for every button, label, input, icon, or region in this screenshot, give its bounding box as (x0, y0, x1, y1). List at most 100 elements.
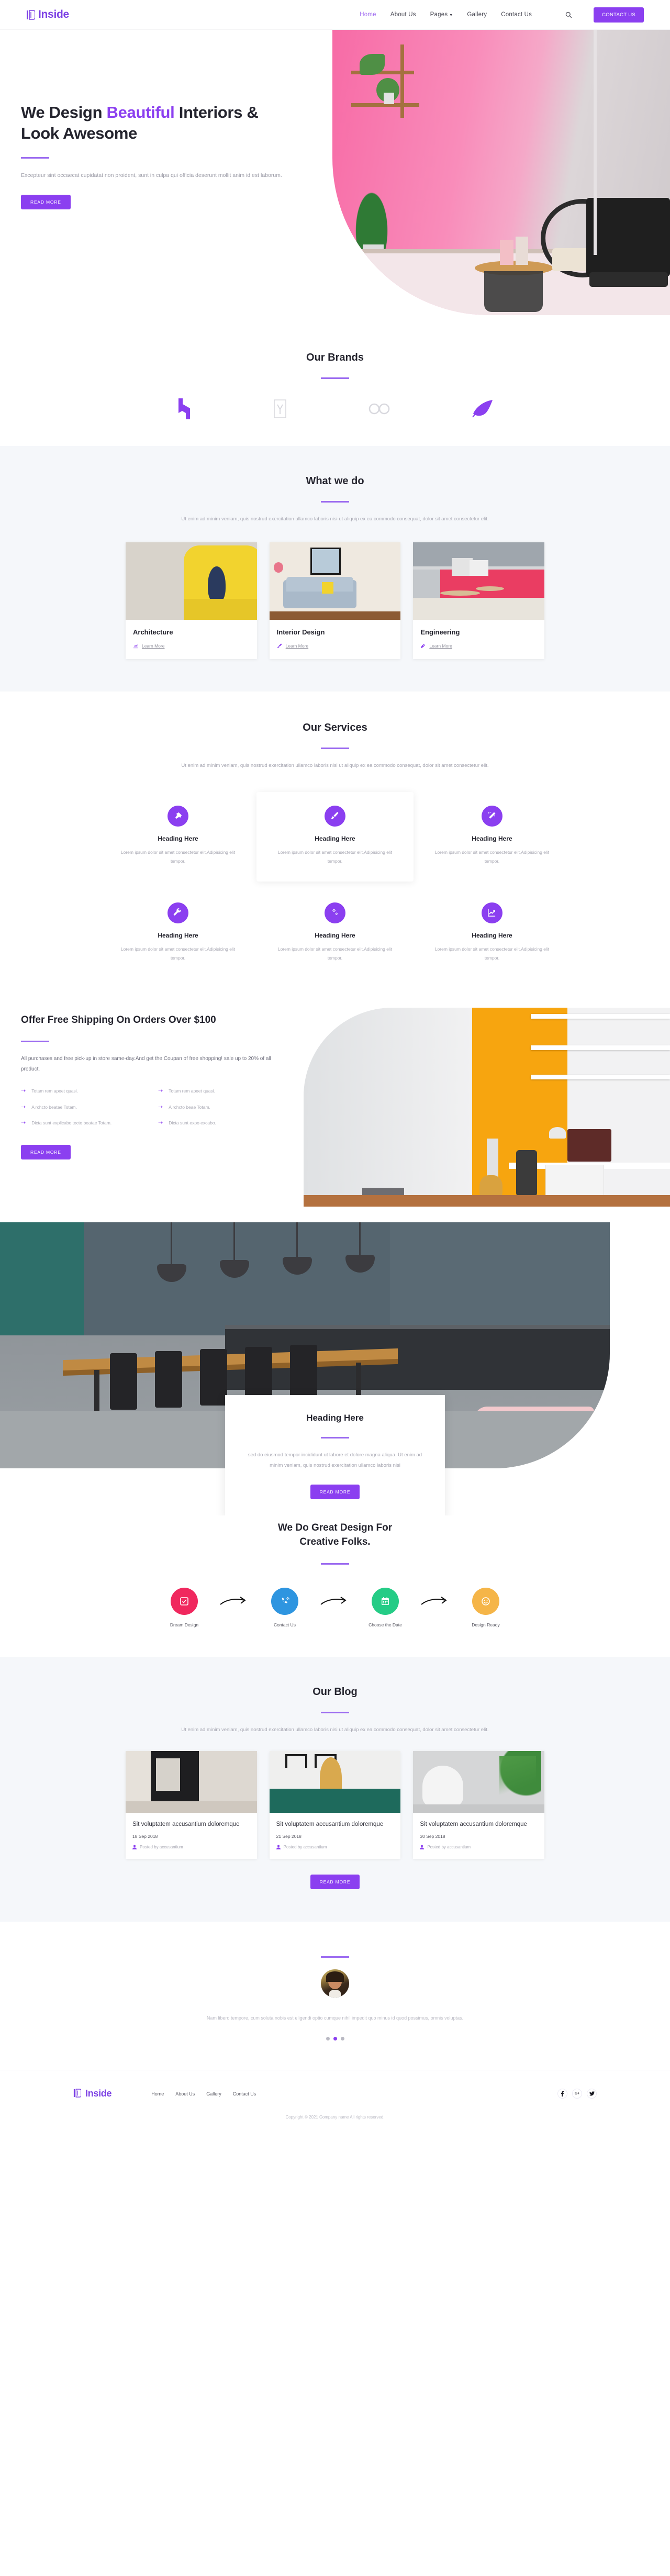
twitter-icon[interactable] (587, 2089, 597, 2099)
blog-read-more-button[interactable]: READ MORE (310, 1875, 360, 1890)
process-step-label: Design Ready (472, 1622, 500, 1627)
service-item[interactable]: Heading Here Lorem ipsum dolor sit amet … (256, 791, 414, 882)
footer-nav-gallery[interactable]: Gallery (206, 2091, 221, 2097)
paint-brush-icon (277, 643, 282, 649)
header-contact-button[interactable]: CONTACT US (594, 7, 644, 23)
footer-nav-home[interactable]: Home (151, 2091, 164, 2097)
service-item[interactable]: Heading Here Lorem ipsum dolor sit amet … (99, 882, 256, 978)
process-title: We Do Great Design For Creative Folks. (277, 1522, 393, 1548)
footer-nav-contact-us[interactable]: Contact Us (233, 2091, 256, 2097)
footer-brand-logo[interactable]: Inside (73, 2088, 112, 2099)
service-item[interactable]: Heading Here Lorem ipsum dolor sit amet … (414, 882, 571, 978)
title-divider (21, 157, 49, 159)
carousel-dot-active[interactable] (333, 2037, 337, 2041)
brand-logo-infinity[interactable] (368, 397, 391, 421)
blog-card[interactable]: Sit voluptatem accusantium doloremque 18… (126, 1750, 257, 1859)
offer-divider (21, 1041, 49, 1043)
what-we-do-title: What we do (306, 475, 364, 487)
arrow-right-icon: ➝ (21, 1088, 26, 1095)
carousel-dot[interactable] (340, 2037, 344, 2041)
smile-icon (472, 1587, 499, 1615)
service-item[interactable]: Heading Here Lorem ipsum dolor sit amet … (99, 792, 256, 882)
nav-item-home[interactable]: Home (360, 12, 376, 18)
brand-logo-houzz[interactable] (176, 397, 192, 421)
blog-card-author: Posted by accusantium (132, 1845, 250, 1849)
blog-card-date: 30 Sep 2018 (420, 1834, 445, 1839)
card-learn-more-link[interactable]: Learn More (277, 643, 394, 649)
process-step-label: Choose the Date (368, 1622, 402, 1627)
service-heading: Heading Here (472, 931, 512, 939)
process-section: We Do Great Design For Creative Folks. D… (0, 1515, 670, 1657)
process-step-design-ready[interactable]: Design Ready (456, 1587, 515, 1627)
footer-nav: Home About Us Gallery Contact Us (151, 2091, 256, 2097)
brand-logo-feather[interactable] (472, 397, 494, 421)
main-nav: Home About Us Pages ▼ Gallery Contact Us … (360, 7, 644, 23)
brand-logo-yelp[interactable] (273, 397, 287, 421)
chart-line-icon (481, 902, 502, 923)
services-divider (321, 747, 349, 749)
process-step-dream-design[interactable]: Dream Design (155, 1587, 214, 1627)
check-square-icon (171, 1587, 198, 1615)
blog-image (413, 1750, 545, 1813)
service-card[interactable]: Interior Design Learn More (269, 542, 401, 659)
card-title: Interior Design (276, 628, 325, 636)
hammer-icon (167, 805, 188, 827)
list-item: ➝ A rchcto beatae Totam. (21, 1103, 140, 1111)
hero-copy: We Design Beautiful Interiors & Look Awe… (21, 102, 283, 210)
offer-title: Offer Free Shipping On Orders Over $100 (21, 1014, 216, 1025)
process-step-contact-us[interactable]: Contact Us (255, 1587, 314, 1627)
offer-list-right: ➝ Totam rem apeet quasi. ➝ A rchcto beae T… (158, 1087, 277, 1135)
footer-nav-about-us[interactable]: About Us (175, 2091, 195, 2097)
process-steps: Dream Design Contact Us Choose the Date … (73, 1587, 597, 1627)
service-card[interactable]: Architecture Learn More (126, 542, 257, 659)
facebook-icon[interactable] (557, 2089, 567, 2099)
blog-card[interactable]: Sit voluptatem accusantium doloremque 30… (413, 1750, 545, 1859)
card-image (126, 542, 257, 620)
card-title: Engineering (420, 628, 460, 636)
google-plus-icon[interactable]: G+ (572, 2089, 582, 2099)
service-text: Lorem ipsum dolor sit amet consectetur e… (277, 946, 393, 961)
brands-title: Our Brands (306, 352, 364, 363)
nav-item-gallery[interactable]: Gallery (467, 12, 487, 18)
hero-read-more-button[interactable]: READ MORE (21, 195, 71, 210)
testimonial-section: Nam libero tempore, cum soluta nobis est… (0, 1922, 670, 2070)
blog-section: Our Blog Ut enim ad minim veniam, quis n… (0, 1656, 670, 1922)
card-image (269, 542, 401, 620)
offer-read-more-button[interactable]: READ MORE (21, 1144, 71, 1159)
offer-feature-lists: ➝ Totam rem apeet quasi. ➝ A rchcto beatae… (21, 1087, 277, 1135)
service-item[interactable]: Heading Here Lorem ipsum dolor sit amet … (256, 882, 414, 978)
what-we-do-divider (321, 501, 349, 503)
testimonial-divider (321, 1956, 349, 1958)
service-text: Lorem ipsum dolor sit amet consectetur e… (120, 849, 236, 864)
blog-card[interactable]: Sit voluptatem accusantium doloremque 21… (269, 1750, 401, 1859)
offer-image (304, 1007, 670, 1207)
nav-item-contact-us[interactable]: Contact Us (501, 12, 532, 18)
nav-item-about-us[interactable]: About Us (390, 12, 416, 18)
what-we-do-subtitle: Ut enim ad minim veniam, quis nostrud ex… (181, 516, 489, 522)
service-item[interactable]: Heading Here Lorem ipsum dolor sit amet … (414, 792, 571, 882)
arrow-right-icon: ➝ (21, 1120, 26, 1127)
process-step-label: Dream Design (170, 1622, 199, 1627)
brand-logo[interactable]: Inside (26, 8, 69, 21)
list-item: ➝ Totam rem apeet quasi. (21, 1087, 140, 1095)
brands-section: Our Brands (0, 331, 670, 446)
offer-list-left: ➝ Totam rem apeet quasi. ➝ A rchcto beatae… (21, 1087, 140, 1135)
carousel-dot[interactable] (326, 2037, 330, 2041)
services-section: Our Services Ut enim ad minim veniam, qu… (0, 692, 670, 1002)
card-learn-more-link[interactable]: Learn More (420, 643, 537, 649)
service-card[interactable]: Engineering Learn More (413, 542, 545, 659)
nav-item-pages[interactable]: Pages ▼ (430, 12, 453, 18)
testimonial-quote: Nam libero tempore, cum soluta nobis est… (206, 2015, 464, 2021)
curved-arrow-icon (314, 1596, 356, 1608)
list-item: ➝ A rchcto beae Totam. (158, 1103, 277, 1111)
card-learn-more-link[interactable]: Learn More (133, 643, 250, 649)
feature-read-more-button[interactable]: READ MORE (310, 1484, 360, 1499)
user-icon (420, 1845, 425, 1850)
process-divider (321, 1563, 349, 1565)
list-item: ➝ Totam rem apeet quasi. (158, 1087, 277, 1095)
search-icon[interactable] (564, 10, 573, 19)
calendar-icon (372, 1587, 399, 1615)
process-step-choose-the-date[interactable]: Choose the Date (356, 1587, 415, 1627)
service-heading: Heading Here (158, 834, 198, 842)
blog-card-author: Posted by accusantium (420, 1845, 538, 1849)
